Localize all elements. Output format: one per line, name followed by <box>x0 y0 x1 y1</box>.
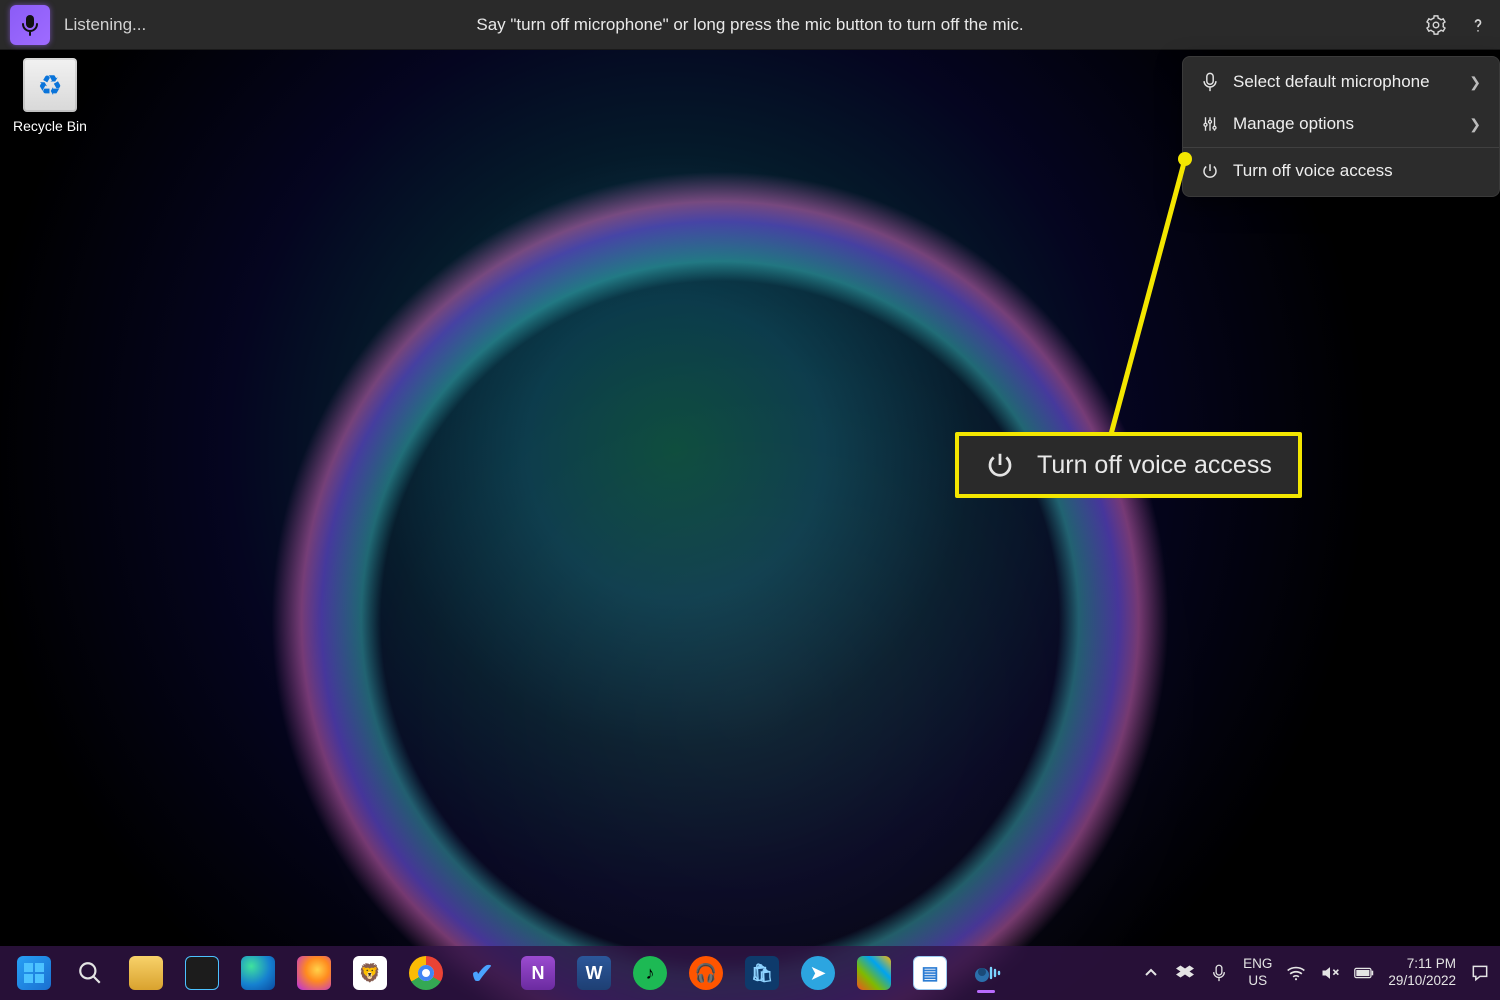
recycle-bin-icon <box>23 58 77 112</box>
recycle-bin-desktop-icon[interactable]: Recycle Bin <box>10 58 90 134</box>
dropbox-icon <box>1176 964 1194 982</box>
voice-access-status: Listening... <box>64 15 146 35</box>
word-button[interactable]: W <box>570 951 618 995</box>
file-explorer-icon <box>129 956 163 990</box>
mic-icon <box>21 14 39 36</box>
battery-icon <box>1354 966 1374 980</box>
spotify-icon: ♪ <box>633 956 667 990</box>
firefox-button[interactable] <box>290 951 338 995</box>
notification-center-button[interactable] <box>1470 963 1490 983</box>
audacity-button[interactable]: 🎧 <box>682 951 730 995</box>
power-icon <box>1201 162 1219 180</box>
dropbox-tray-icon[interactable] <box>1175 963 1195 983</box>
notepad-button[interactable]: ▤ <box>906 951 954 995</box>
telegram-icon: ➤ <box>801 956 835 990</box>
battery-tray-icon[interactable] <box>1354 963 1374 983</box>
power-icon <box>985 450 1015 480</box>
callout-turn-off-voice: Turn off voice access <box>955 432 1302 498</box>
notepad-icon: ▤ <box>913 956 947 990</box>
edge-button[interactable] <box>234 951 282 995</box>
powertoys-icon <box>857 956 891 990</box>
sliders-icon <box>1201 115 1219 133</box>
chrome-button[interactable] <box>402 951 450 995</box>
voice-access-help-button[interactable] <box>1466 13 1490 37</box>
language-indicator[interactable]: ENG US <box>1243 956 1272 990</box>
headphones-icon: 🎧 <box>689 956 723 990</box>
windows-start-icon <box>17 956 51 990</box>
microphone-tray-icon[interactable] <box>1209 963 1229 983</box>
lang-line2: US <box>1243 973 1272 990</box>
menu-item-turn-off-voice[interactable]: Turn off voice access <box>1183 150 1499 192</box>
gear-icon <box>1425 14 1447 36</box>
store-button[interactable]: 🛍 <box>738 951 786 995</box>
voice-access-bar: Listening... Say "turn off microphone" o… <box>0 0 1500 50</box>
volume-mute-icon <box>1320 964 1340 982</box>
voice-access-taskbar-button[interactable] <box>962 951 1010 995</box>
wifi-icon <box>1286 965 1306 981</box>
chevron-right-icon: ❯ <box>1469 74 1481 91</box>
voice-access-mic-button[interactable] <box>10 5 50 45</box>
voice-access-icon <box>969 956 1003 990</box>
onenote-button[interactable]: N <box>514 951 562 995</box>
menu-item-label: Turn off voice access <box>1233 161 1393 181</box>
chevron-up-icon <box>1144 966 1158 980</box>
lang-line1: ENG <box>1243 956 1272 973</box>
menu-item-label: Select default microphone <box>1233 72 1430 92</box>
wifi-tray-icon[interactable] <box>1286 963 1306 983</box>
file-explorer-button[interactable] <box>122 951 170 995</box>
powertoys-button[interactable] <box>850 951 898 995</box>
voice-access-settings-menu: Select default microphone ❯ Manage optio… <box>1182 56 1500 197</box>
tray-overflow-button[interactable] <box>1141 963 1161 983</box>
firefox-icon <box>297 956 331 990</box>
taskbar-clock[interactable]: 7:11 PM 29/10/2022 <box>1388 956 1456 990</box>
todo-button[interactable]: ✔ <box>458 951 506 995</box>
voice-access-settings-button[interactable] <box>1424 13 1448 37</box>
check-icon: ✔ <box>465 956 499 990</box>
spotify-button[interactable]: ♪ <box>626 951 674 995</box>
clock-time: 7:11 PM <box>1388 956 1456 973</box>
voice-access-hint: Say "turn off microphone" or long press … <box>476 15 1023 35</box>
menu-item-select-mic[interactable]: Select default microphone ❯ <box>1183 61 1499 103</box>
volume-tray-icon[interactable] <box>1320 963 1340 983</box>
mic-icon <box>1211 964 1227 982</box>
store-icon: 🛍 <box>745 956 779 990</box>
phone-icon <box>185 956 219 990</box>
clock-date: 29/10/2022 <box>1388 973 1456 990</box>
word-icon: W <box>577 956 611 990</box>
edge-icon <box>241 956 275 990</box>
brave-icon: 🦁 <box>353 956 387 990</box>
search-icon <box>73 956 107 990</box>
menu-item-label: Manage options <box>1233 114 1354 134</box>
samsung-phone-button[interactable] <box>178 951 226 995</box>
menu-item-manage-options[interactable]: Manage options ❯ <box>1183 103 1499 145</box>
mic-icon <box>1201 72 1219 92</box>
chevron-right-icon: ❯ <box>1469 116 1481 133</box>
recycle-bin-label: Recycle Bin <box>10 118 90 134</box>
chat-icon <box>1470 963 1490 983</box>
menu-separator <box>1183 147 1499 148</box>
help-icon <box>1468 15 1488 35</box>
callout-label: Turn off voice access <box>1037 451 1272 480</box>
taskbar: 🦁 ✔ N W ♪ 🎧 🛍 ➤ ▤ ENG US <box>0 946 1500 1000</box>
chrome-icon <box>409 956 443 990</box>
search-button[interactable] <box>66 951 114 995</box>
telegram-button[interactable]: ➤ <box>794 951 842 995</box>
onenote-icon: N <box>521 956 555 990</box>
brave-button[interactable]: 🦁 <box>346 951 394 995</box>
start-button[interactable] <box>10 951 58 995</box>
